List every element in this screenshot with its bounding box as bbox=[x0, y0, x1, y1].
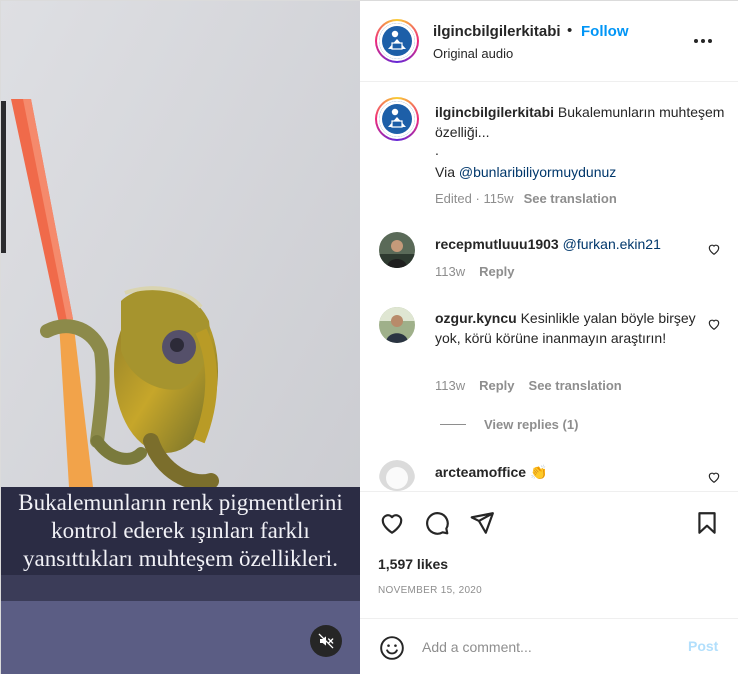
post-comment-button[interactable]: Post bbox=[688, 638, 718, 654]
view-replies-button[interactable]: View replies (1) bbox=[440, 417, 578, 432]
caption-see-translation-button[interactable]: See translation bbox=[524, 191, 617, 206]
bookmark-icon[interactable] bbox=[694, 510, 720, 536]
more-options-button[interactable] bbox=[694, 31, 716, 51]
author-username[interactable]: ilgincbilgilerkitabi bbox=[433, 23, 561, 40]
user-photo-avatar bbox=[379, 307, 415, 343]
original-audio-link[interactable]: Original audio bbox=[433, 46, 513, 61]
comment-age: 113w bbox=[435, 378, 466, 393]
video-left-edge bbox=[1, 101, 6, 253]
book-reader-logo-icon bbox=[379, 23, 415, 59]
comment-like-heart-icon[interactable] bbox=[707, 470, 721, 484]
video-caption-text: Bukalemunların renk pigmentlerini kontro… bbox=[1, 489, 360, 573]
more-horizontal-icon bbox=[694, 39, 698, 43]
follow-button[interactable]: Follow bbox=[581, 23, 629, 40]
caption-meta: Edited · 115w See translation bbox=[435, 191, 617, 206]
caption-author-avatar[interactable] bbox=[375, 97, 419, 141]
mute-toggle-button[interactable] bbox=[310, 625, 342, 657]
likes-count[interactable]: 1,597 likes bbox=[378, 556, 448, 572]
comment-reply-button[interactable]: Reply bbox=[479, 264, 514, 279]
heart-icon[interactable] bbox=[379, 510, 405, 536]
video-player[interactable]: Bukalemunların renk pigmentlerini kontro… bbox=[1, 1, 360, 674]
view-replies-label: View replies (1) bbox=[484, 417, 579, 432]
comment-text: recepmutluuu1903 @furkan.ekin21 bbox=[435, 234, 703, 254]
caption-via-line: Via @bunlaribiliyormuydunuz bbox=[435, 162, 616, 182]
comment-avatar[interactable] bbox=[379, 460, 415, 491]
caption-age: 115w bbox=[483, 191, 514, 206]
post-actions: 1,597 likes NOVEMBER 15, 2020 bbox=[360, 491, 738, 619]
comment-age: 113w bbox=[435, 264, 466, 279]
speaker-muted-icon bbox=[318, 633, 334, 649]
instagram-post-modal: Bukalemunların renk pigmentlerini kontro… bbox=[0, 0, 738, 674]
caption-via-mention[interactable]: @bunlaribiliyormuydunuz bbox=[459, 164, 616, 180]
comment-input[interactable] bbox=[422, 635, 672, 659]
comment-like-heart-icon[interactable] bbox=[707, 242, 721, 256]
add-comment-bar: Post bbox=[360, 618, 738, 674]
caption-via-prefix: Via bbox=[435, 164, 459, 180]
author-avatar[interactable] bbox=[375, 19, 419, 63]
comment-see-translation-button[interactable]: See translation bbox=[529, 378, 622, 393]
post-date: NOVEMBER 15, 2020 bbox=[378, 585, 483, 596]
comment-meta: 113w Reply bbox=[435, 264, 515, 279]
comment-username[interactable]: recepmutluuu1903 bbox=[435, 236, 559, 252]
comment-username[interactable]: arcteamoffice bbox=[435, 464, 526, 480]
comment-text: ozgur.kyncu Kesinlikle yalan böyle birşe… bbox=[435, 308, 703, 348]
comment-body: 👏 bbox=[529, 464, 548, 480]
default-profile-avatar bbox=[379, 460, 415, 491]
caption-dot-line: . bbox=[435, 142, 439, 158]
comment-avatar[interactable] bbox=[379, 307, 415, 343]
video-caption-line-3: yansıttıkları muhteşem özellikleri. bbox=[23, 546, 338, 571]
comment-mention[interactable]: @furkan.ekin21 bbox=[563, 236, 661, 252]
comment-text: arcteamoffice 👏 bbox=[435, 462, 703, 482]
comment-username[interactable]: ozgur.kyncu bbox=[435, 310, 517, 326]
paper-plane-icon[interactable] bbox=[469, 510, 495, 536]
post-details-panel: ilgincbilgilerkitabi • Follow Original a… bbox=[360, 1, 738, 674]
replies-divider-line bbox=[440, 424, 466, 425]
book-reader-logo-icon bbox=[379, 101, 415, 137]
video-caption-line-2: kontrol ederek ışınları farklı bbox=[51, 518, 310, 543]
comment-avatar[interactable] bbox=[379, 232, 415, 268]
comment-reply-button[interactable]: Reply bbox=[479, 378, 514, 393]
comment-like-heart-icon[interactable] bbox=[707, 317, 721, 331]
emoji-smile-icon[interactable] bbox=[379, 635, 405, 661]
user-photo-avatar bbox=[379, 232, 415, 268]
edited-label: Edited bbox=[435, 191, 472, 206]
post-caption: ilgincbilgilerkitabi Bukalemunların muht… bbox=[435, 102, 725, 142]
caption-username[interactable]: ilgincbilgilerkitabi bbox=[435, 104, 554, 120]
video-caption-line-1: Bukalemunların renk pigmentlerini bbox=[18, 490, 343, 515]
comment-meta: 113w Reply See translation bbox=[435, 378, 622, 393]
header-separator: • bbox=[567, 22, 573, 39]
post-header: ilgincbilgilerkitabi • Follow Original a… bbox=[360, 1, 738, 82]
comment-bubble-icon[interactable] bbox=[424, 510, 450, 536]
